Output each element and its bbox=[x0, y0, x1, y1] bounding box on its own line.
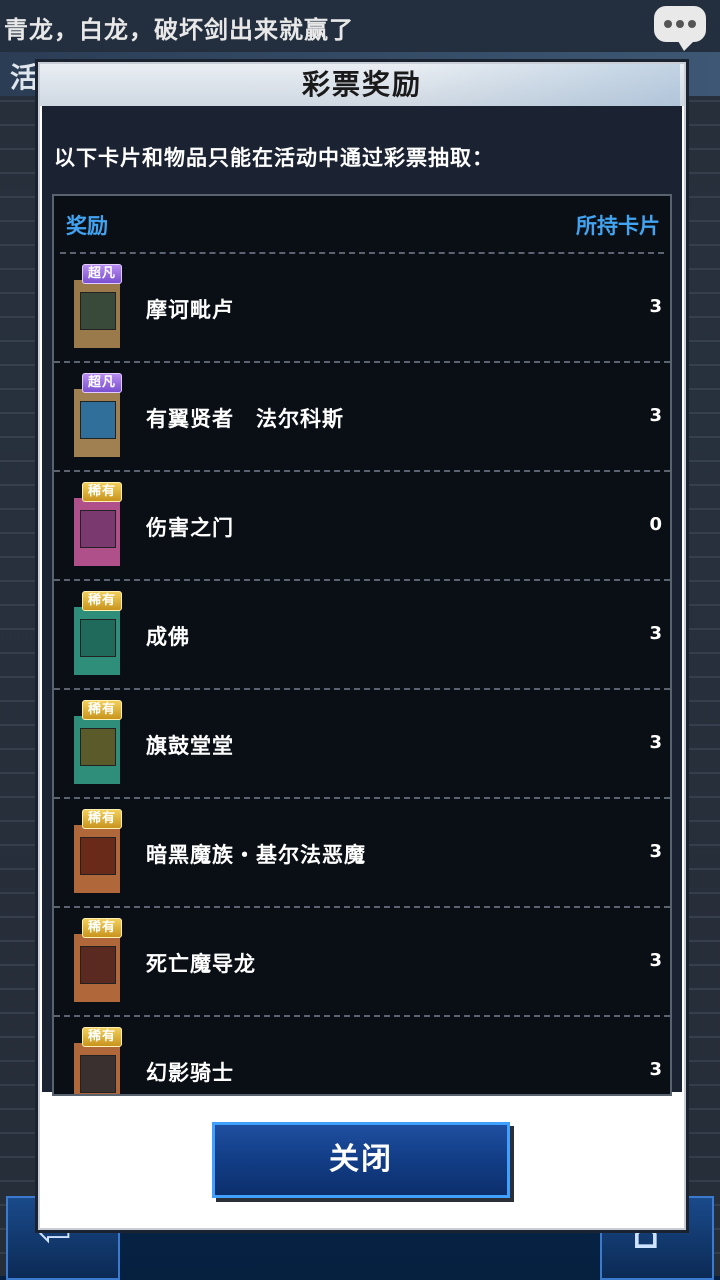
header-reward: 奖励 bbox=[66, 214, 108, 238]
card-thumbnail[interactable] bbox=[74, 389, 120, 457]
owned-count: 3 bbox=[649, 841, 662, 862]
owned-count: 3 bbox=[649, 950, 662, 971]
reward-row[interactable]: 超凡 摩诃毗卢 3 bbox=[54, 254, 670, 363]
reward-row[interactable]: 稀有 死亡魔导龙 3 bbox=[54, 908, 670, 1017]
rarity-badge: 稀有 bbox=[82, 700, 122, 720]
owned-count: 3 bbox=[649, 296, 662, 317]
card-thumbnail[interactable] bbox=[74, 607, 120, 675]
background-hex-pattern-right bbox=[680, 96, 720, 1276]
close-button[interactable]: 关闭 bbox=[212, 1122, 510, 1198]
owned-count: 3 bbox=[649, 405, 662, 426]
card-thumbnail[interactable] bbox=[74, 498, 120, 566]
owned-count: 3 bbox=[649, 732, 662, 753]
reward-row[interactable]: 稀有 旗鼓堂堂 3 bbox=[54, 690, 670, 799]
reward-row[interactable]: 稀有 伤害之门 0 bbox=[54, 472, 670, 581]
card-name: 伤害之门 bbox=[146, 516, 234, 540]
rarity-badge: 稀有 bbox=[82, 809, 122, 829]
card-art bbox=[80, 728, 116, 766]
reward-row[interactable]: 稀有 幻影骑士 3 bbox=[54, 1017, 670, 1094]
reward-list[interactable]: 奖励 所持卡片 超凡 摩诃毗卢 3 超凡 有翼贤者 法尔科斯 3 稀有 伤害之门… bbox=[52, 194, 672, 1096]
card-thumbnail[interactable] bbox=[74, 716, 120, 784]
rarity-badge: 稀有 bbox=[82, 591, 122, 611]
reward-list-header: 奖励 所持卡片 bbox=[54, 196, 670, 254]
card-art bbox=[80, 619, 116, 657]
card-name: 幻影骑士 bbox=[146, 1061, 234, 1085]
chat-ticker-bar: 青龙，白龙，破坏剑出来就赢了 bbox=[0, 0, 720, 52]
card-thumbnail[interactable] bbox=[74, 1043, 120, 1094]
background-hex-pattern-left bbox=[0, 96, 40, 1276]
owned-count: 3 bbox=[649, 623, 662, 644]
card-art bbox=[80, 510, 116, 548]
card-name: 旗鼓堂堂 bbox=[146, 734, 234, 758]
lottery-reward-dialog: 彩票奖励 以下卡片和物品只能在活动中通过彩票抽取： 奖励 所持卡片 超凡 摩诃毗… bbox=[38, 62, 686, 1230]
dialog-title: 彩票奖励 bbox=[301, 68, 422, 101]
close-button-label: 关闭 bbox=[329, 1142, 393, 1177]
reward-rows: 超凡 摩诃毗卢 3 超凡 有翼贤者 法尔科斯 3 稀有 伤害之门 0 稀有 成佛… bbox=[54, 254, 670, 1094]
reward-row[interactable]: 稀有 暗黑魔族・基尔法恶魔 3 bbox=[54, 799, 670, 908]
card-name: 暗黑魔族・基尔法恶魔 bbox=[146, 843, 366, 867]
card-art bbox=[80, 946, 116, 984]
card-art bbox=[80, 401, 116, 439]
card-thumbnail[interactable] bbox=[74, 825, 120, 893]
card-art bbox=[80, 292, 116, 330]
chat-ticker-text: 青龙，白龙，破坏剑出来就赢了 bbox=[4, 16, 354, 44]
card-name: 摩诃毗卢 bbox=[146, 298, 234, 322]
card-art bbox=[80, 1055, 116, 1093]
rarity-badge: 稀有 bbox=[82, 482, 122, 502]
rarity-badge: 超凡 bbox=[82, 264, 122, 284]
rarity-badge: 稀有 bbox=[82, 1027, 122, 1047]
dialog-body: 以下卡片和物品只能在活动中通过彩票抽取： 奖励 所持卡片 超凡 摩诃毗卢 3 超… bbox=[42, 106, 682, 1096]
card-name: 成佛 bbox=[146, 625, 190, 649]
rarity-badge: 稀有 bbox=[82, 918, 122, 938]
reward-row[interactable]: 超凡 有翼贤者 法尔科斯 3 bbox=[54, 363, 670, 472]
dialog-description: 以下卡片和物品只能在活动中通过彩票抽取： bbox=[54, 146, 494, 170]
card-art bbox=[80, 837, 116, 875]
card-thumbnail[interactable] bbox=[74, 934, 120, 1002]
owned-count: 3 bbox=[649, 1059, 662, 1080]
owned-count: 0 bbox=[649, 514, 662, 535]
chat-bubble-icon[interactable] bbox=[654, 6, 706, 51]
rarity-badge: 超凡 bbox=[82, 373, 122, 393]
header-owned-cards: 所持卡片 bbox=[576, 214, 660, 238]
reward-row[interactable]: 稀有 成佛 3 bbox=[54, 581, 670, 690]
card-name: 死亡魔导龙 bbox=[146, 952, 256, 976]
card-thumbnail[interactable] bbox=[74, 280, 120, 348]
card-name: 有翼贤者 法尔科斯 bbox=[146, 407, 344, 431]
